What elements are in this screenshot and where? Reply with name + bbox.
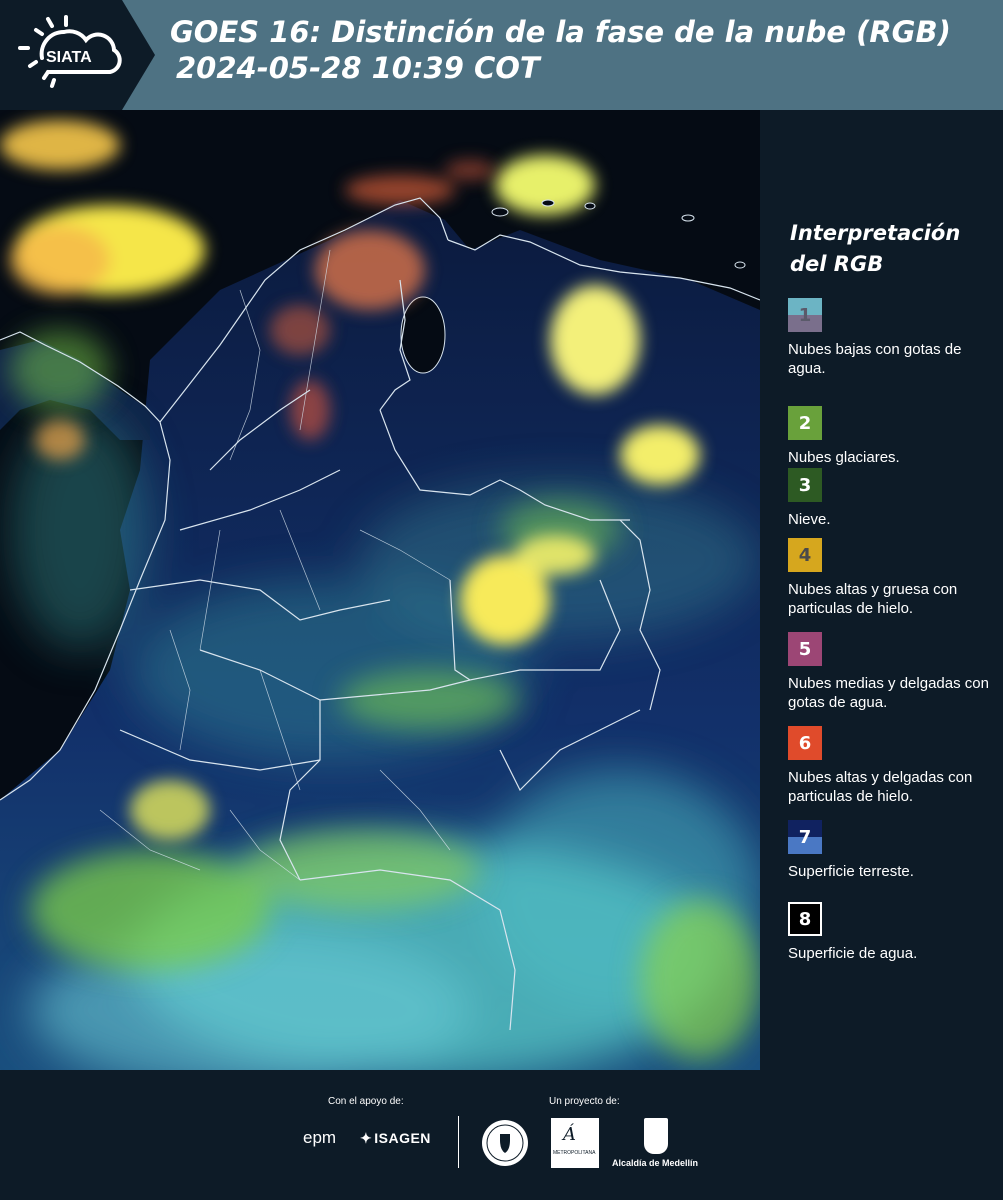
legend-label: Nubes medias y delgadas con gotas de agu… [788,675,989,711]
legend-item-3: 3 Nieve. [788,468,1003,529]
siata-logo[interactable]: SIATA [0,0,155,110]
satellite-image [0,110,760,1070]
page-title: GOES 16: Distinción de la fase de la nub… [170,14,951,86]
legend-item-6: 6 Nubes altas y delgadas con particulas d… [788,726,1003,806]
legend-item-8: 8 Superficie de agua. [788,902,1003,963]
legend-number: 4 [798,544,812,566]
legend-item-7: 7 Superficie terreste. [788,820,1003,881]
legend-item-5: 5 Nubes medias y delgadas con gotas de ag… [788,632,1003,712]
project-label: Un proyecto de: [549,1096,620,1107]
legend-swatch-2: 2 [788,406,822,440]
satellite-map[interactable] [0,110,760,1070]
legend-label: Superficie de agua. [788,945,918,962]
legend-label: Nubes glaciares. [788,449,900,466]
legend-swatch-3: 3 [788,468,822,502]
footer-divider [458,1116,459,1168]
lake-maracaibo [400,296,446,374]
isagen-logo[interactable]: ✦ ISAGEN [360,1130,431,1147]
legend-swatch-7: 7 [788,820,822,854]
footer: Con el apoyo de: epm ✦ ISAGEN Un proyecto… [0,1070,1003,1200]
legend-label: Nieve. [788,511,831,528]
legend-item-4: 4 Nubes altas y gruesa con particulas de … [788,538,1003,618]
isagen-label: ISAGEN [374,1130,431,1146]
legend-number: 2 [798,412,812,434]
legend-number: 8 [798,908,812,930]
isagen-mark-icon: ✦ [360,1130,373,1146]
title-text: GOES 16: Distinción de la fase de la nub… [170,15,951,49]
legend-number: 6 [798,732,812,754]
page-subtitle: 2024-05-28 10:39 COT [176,51,540,85]
alcaldia-label: Alcaldía de Medellín [612,1158,699,1168]
legend-label: Nubes altas y delgadas con particulas de… [788,769,973,805]
legend-swatch-1: 1 [788,298,822,332]
area-metropolitana-icon[interactable]: Á METROPOLITANA [551,1118,599,1168]
logo-text: SIATA [46,49,92,66]
legend-title: Interpretación del RGB [790,221,961,276]
legend-number: 7 [798,826,812,848]
seal-icon[interactable] [480,1118,530,1168]
siata-sun-cloud-icon: SIATA [0,0,155,110]
legend-panel: Interpretación del RGB 1 Nubes bajas con … [770,110,1003,1070]
area-logo-mark: Á [563,1124,576,1145]
legend-swatch-5: 5 [788,632,822,666]
area-logo-text: METROPOLITANA [553,1150,596,1156]
legend-item-1: 1 Nubes bajas con gotas de agua. [788,298,1003,378]
legend-number: 3 [798,474,812,496]
header: SIATA GOES 16: Distinción de la fase de … [0,0,1003,110]
legend-item-2: 2 Nubes glaciares. [788,406,1003,467]
medellin-shield-icon [644,1118,668,1154]
legend-label: Nubes bajas con gotas de agua. [788,341,962,377]
legend-swatch-4: 4 [788,538,822,572]
support-label: Con el apoyo de: [328,1096,404,1107]
legend-label: Superficie terreste. [788,863,914,880]
legend-swatch-6: 6 [788,726,822,760]
legend-label: Nubes altas y gruesa con particulas de h… [788,581,958,617]
epm-logo[interactable]: epm [303,1128,336,1148]
legend-number: 5 [798,638,812,660]
legend-swatch-8: 8 [788,902,822,936]
alcaldia-logo[interactable]: Alcaldía de Medellín [612,1118,704,1172]
legend-number: 1 [798,304,812,326]
